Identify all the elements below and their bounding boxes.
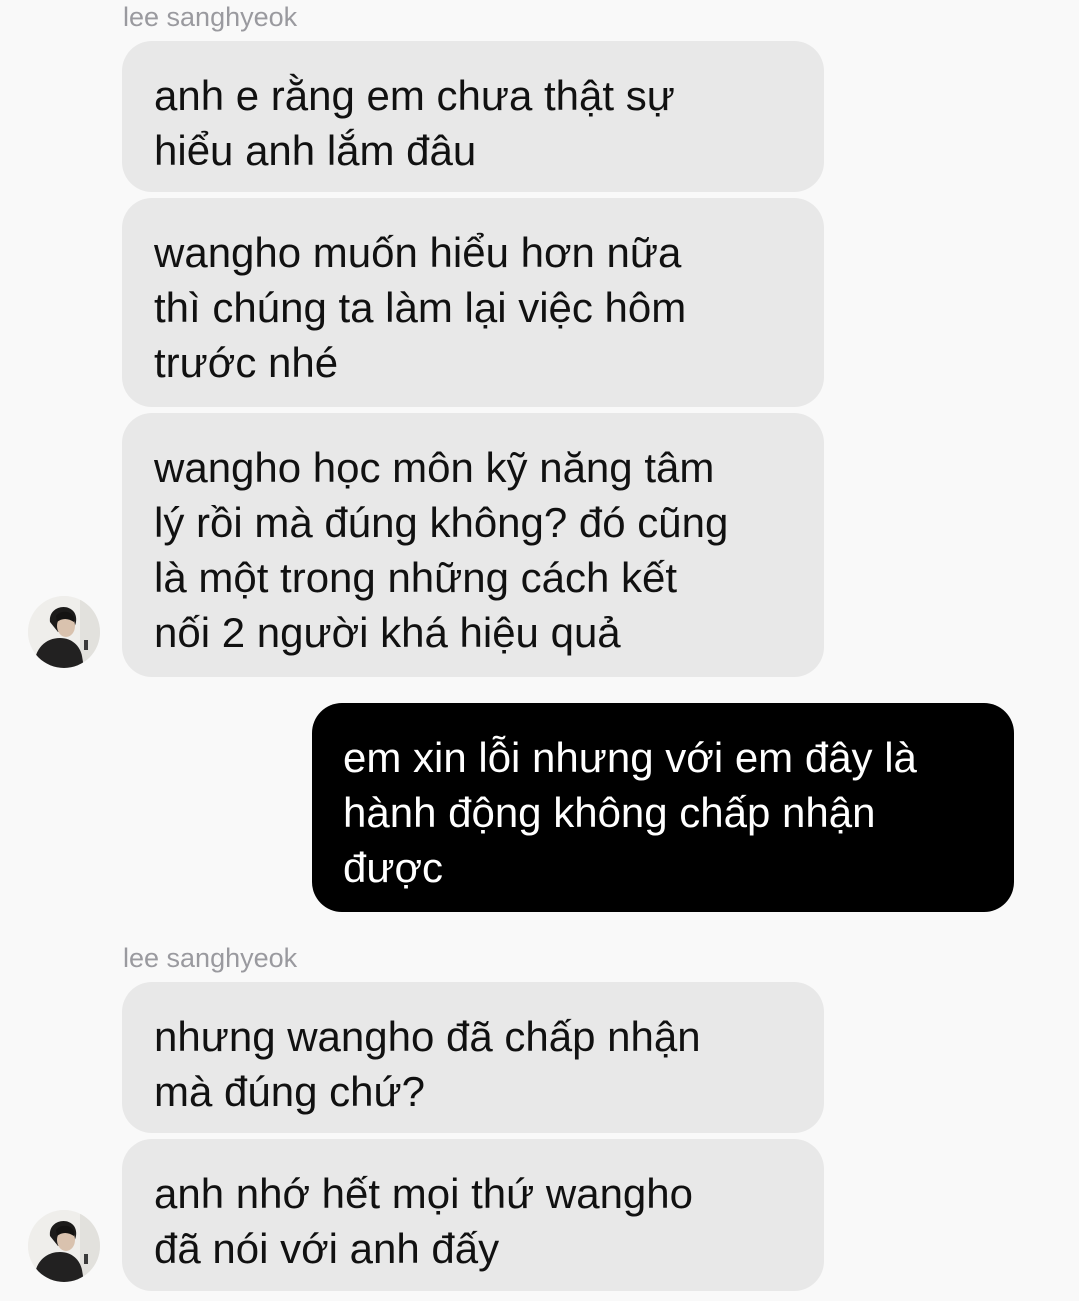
message-line: em xin lỗi nhưng với em đây là — [343, 734, 917, 781]
message-line: lý rồi mà đúng không? đó cũng — [154, 499, 729, 546]
sender-name: lee sanghyeok — [123, 2, 298, 32]
message-line: nhưng wangho đã chấp nhận — [154, 1013, 701, 1060]
avatar[interactable] — [28, 1210, 100, 1282]
message-bubble-incoming[interactable]: wangho muốn hiểu hơn nữa thì chúng ta là… — [122, 198, 824, 407]
message-line: được — [343, 844, 444, 891]
message-line: đã nói với anh đấy — [154, 1225, 500, 1272]
message-line: là một trong những cách kết — [154, 554, 678, 601]
message-line: wangho muốn hiểu hơn nữa — [154, 229, 682, 276]
message-bubble-incoming[interactable]: wangho học môn kỹ năng tâm lý rồi mà đún… — [122, 413, 824, 677]
message-line: anh e rằng em chưa thật sự — [154, 72, 675, 119]
avatar[interactable] — [28, 596, 100, 668]
message-line: trước nhé — [154, 339, 339, 386]
message-bubble-incoming[interactable]: nhưng wangho đã chấp nhận mà đúng chứ? — [122, 982, 824, 1133]
message-bubble-outgoing[interactable]: em xin lỗi nhưng với em đây là hành động… — [312, 703, 1014, 912]
message-line: mà đúng chứ? — [154, 1068, 425, 1115]
avatar-photo-icon — [28, 1210, 100, 1282]
message-line: wangho học môn kỹ năng tâm — [154, 444, 715, 491]
message-line: anh nhớ hết mọi thứ wangho — [154, 1170, 694, 1217]
message-line: hành động không chấp nhận — [343, 789, 876, 836]
message-line: thì chúng ta làm lại việc hôm — [154, 284, 687, 331]
message-line: nối 2 người khá hiệu quả — [154, 609, 621, 656]
message-bubble-incoming[interactable]: anh nhớ hết mọi thứ wangho đã nói với an… — [122, 1139, 824, 1291]
avatar-photo-icon — [28, 596, 100, 668]
sender-name: lee sanghyeok — [123, 943, 298, 973]
message-bubble-incoming[interactable]: anh e rằng em chưa thật sự hiểu anh lắm … — [122, 41, 824, 192]
message-line: hiểu anh lắm đâu — [154, 127, 477, 174]
